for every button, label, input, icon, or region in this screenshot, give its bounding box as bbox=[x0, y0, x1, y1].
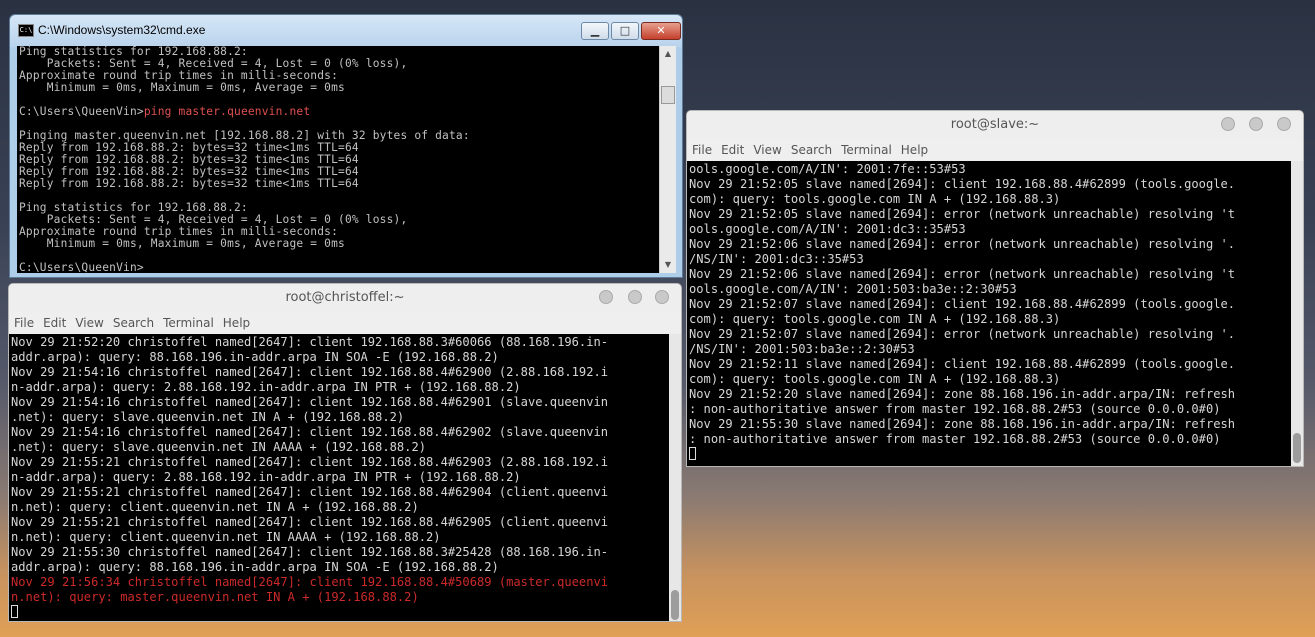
cmd-scroll-thumb[interactable] bbox=[661, 86, 675, 104]
menu-search[interactable]: Search bbox=[791, 143, 832, 157]
minimize-button[interactable] bbox=[1221, 117, 1235, 131]
cmd-titlebar[interactable]: C:\ C:\Windows\system32\cmd.exe ▁ □ ✕ bbox=[10, 15, 682, 47]
minimize-button[interactable]: ▁ bbox=[581, 22, 609, 40]
cmd-window[interactable]: C:\ C:\Windows\system32\cmd.exe ▁ □ ✕ Pi… bbox=[9, 14, 683, 278]
menu-terminal[interactable]: Terminal bbox=[163, 316, 214, 330]
christoffel-scrollbar[interactable] bbox=[669, 334, 681, 621]
menu-view[interactable]: View bbox=[753, 143, 781, 157]
close-button[interactable] bbox=[1277, 117, 1291, 131]
cmd-console-output[interactable]: Ping statistics for 192.168.88.2: Packet… bbox=[17, 46, 659, 273]
cmd-typed-command: ping master.queenvin.net bbox=[143, 105, 311, 118]
scroll-up-arrow-icon[interactable]: ▲ bbox=[660, 46, 676, 62]
slave-terminal-window[interactable]: root@slave:~ File Edit View Search Terminal H… bbox=[686, 110, 1304, 467]
menu-help[interactable]: Help bbox=[901, 143, 928, 157]
cmd-window-title: C:\Windows\system32\cmd.exe bbox=[38, 23, 206, 37]
christoffel-terminal-output[interactable]: Nov 29 21:52:20 christoffel named[2647]:… bbox=[9, 334, 669, 621]
menu-search[interactable]: Search bbox=[113, 316, 154, 330]
menu-edit[interactable]: Edit bbox=[721, 143, 744, 157]
slave-terminal-output[interactable]: ools.google.com/A/IN': 2001:7fe::53#53 N… bbox=[687, 161, 1291, 466]
christoffel-window-title: root@christoffel:~ bbox=[285, 290, 405, 305]
cmd-scrollbar[interactable]: ▲ ▼ bbox=[659, 46, 676, 273]
cmd-console-text: Ping statistics for 192.168.88.2: Packet… bbox=[17, 46, 659, 273]
slave-log-text: ools.google.com/A/IN': 2001:7fe::53#53 N… bbox=[687, 161, 1291, 462]
menu-file[interactable]: File bbox=[14, 316, 34, 330]
christoffel-log-normal: Nov 29 21:52:20 christoffel named[2647]:… bbox=[11, 335, 609, 574]
slave-menubar: File Edit View Search Terminal Help bbox=[687, 139, 1303, 161]
slave-titlebar[interactable]: root@slave:~ bbox=[687, 111, 1303, 139]
christoffel-log-text: Nov 29 21:52:20 christoffel named[2647]:… bbox=[9, 334, 669, 620]
menu-edit[interactable]: Edit bbox=[43, 316, 66, 330]
slave-scrollbar[interactable] bbox=[1291, 161, 1303, 466]
christoffel-terminal-window[interactable]: root@christoffel:~ File Edit View Search Ter… bbox=[8, 283, 682, 622]
close-button[interactable]: ✕ bbox=[641, 22, 681, 40]
slave-scroll-thumb[interactable] bbox=[1293, 433, 1301, 463]
menu-file[interactable]: File bbox=[692, 143, 712, 157]
slave-window-title: root@slave:~ bbox=[950, 117, 1040, 132]
christoffel-menubar: File Edit View Search Terminal Help bbox=[9, 312, 681, 334]
scroll-down-arrow-icon[interactable]: ▼ bbox=[660, 257, 676, 273]
terminal-cursor bbox=[11, 605, 18, 618]
maximize-button[interactable] bbox=[628, 290, 642, 304]
minimize-button[interactable] bbox=[599, 290, 613, 304]
christoffel-log-highlight: Nov 29 21:56:34 christoffel named[2647]:… bbox=[11, 575, 609, 604]
maximize-button[interactable] bbox=[1249, 117, 1263, 131]
terminal-cursor bbox=[689, 447, 696, 460]
close-button[interactable] bbox=[655, 290, 669, 304]
menu-terminal[interactable]: Terminal bbox=[841, 143, 892, 157]
cmd-output-after: Pinging master.queenvin.net [192.168.88.… bbox=[19, 129, 470, 273]
maximize-button[interactable]: □ bbox=[611, 22, 639, 40]
slave-log: ools.google.com/A/IN': 2001:7fe::53#53 N… bbox=[689, 162, 1236, 446]
menu-help[interactable]: Help bbox=[223, 316, 250, 330]
menu-view[interactable]: View bbox=[75, 316, 103, 330]
cmd-app-icon: C:\ bbox=[18, 24, 34, 37]
christoffel-scroll-thumb[interactable] bbox=[671, 590, 679, 620]
christoffel-titlebar[interactable]: root@christoffel:~ bbox=[9, 284, 681, 312]
